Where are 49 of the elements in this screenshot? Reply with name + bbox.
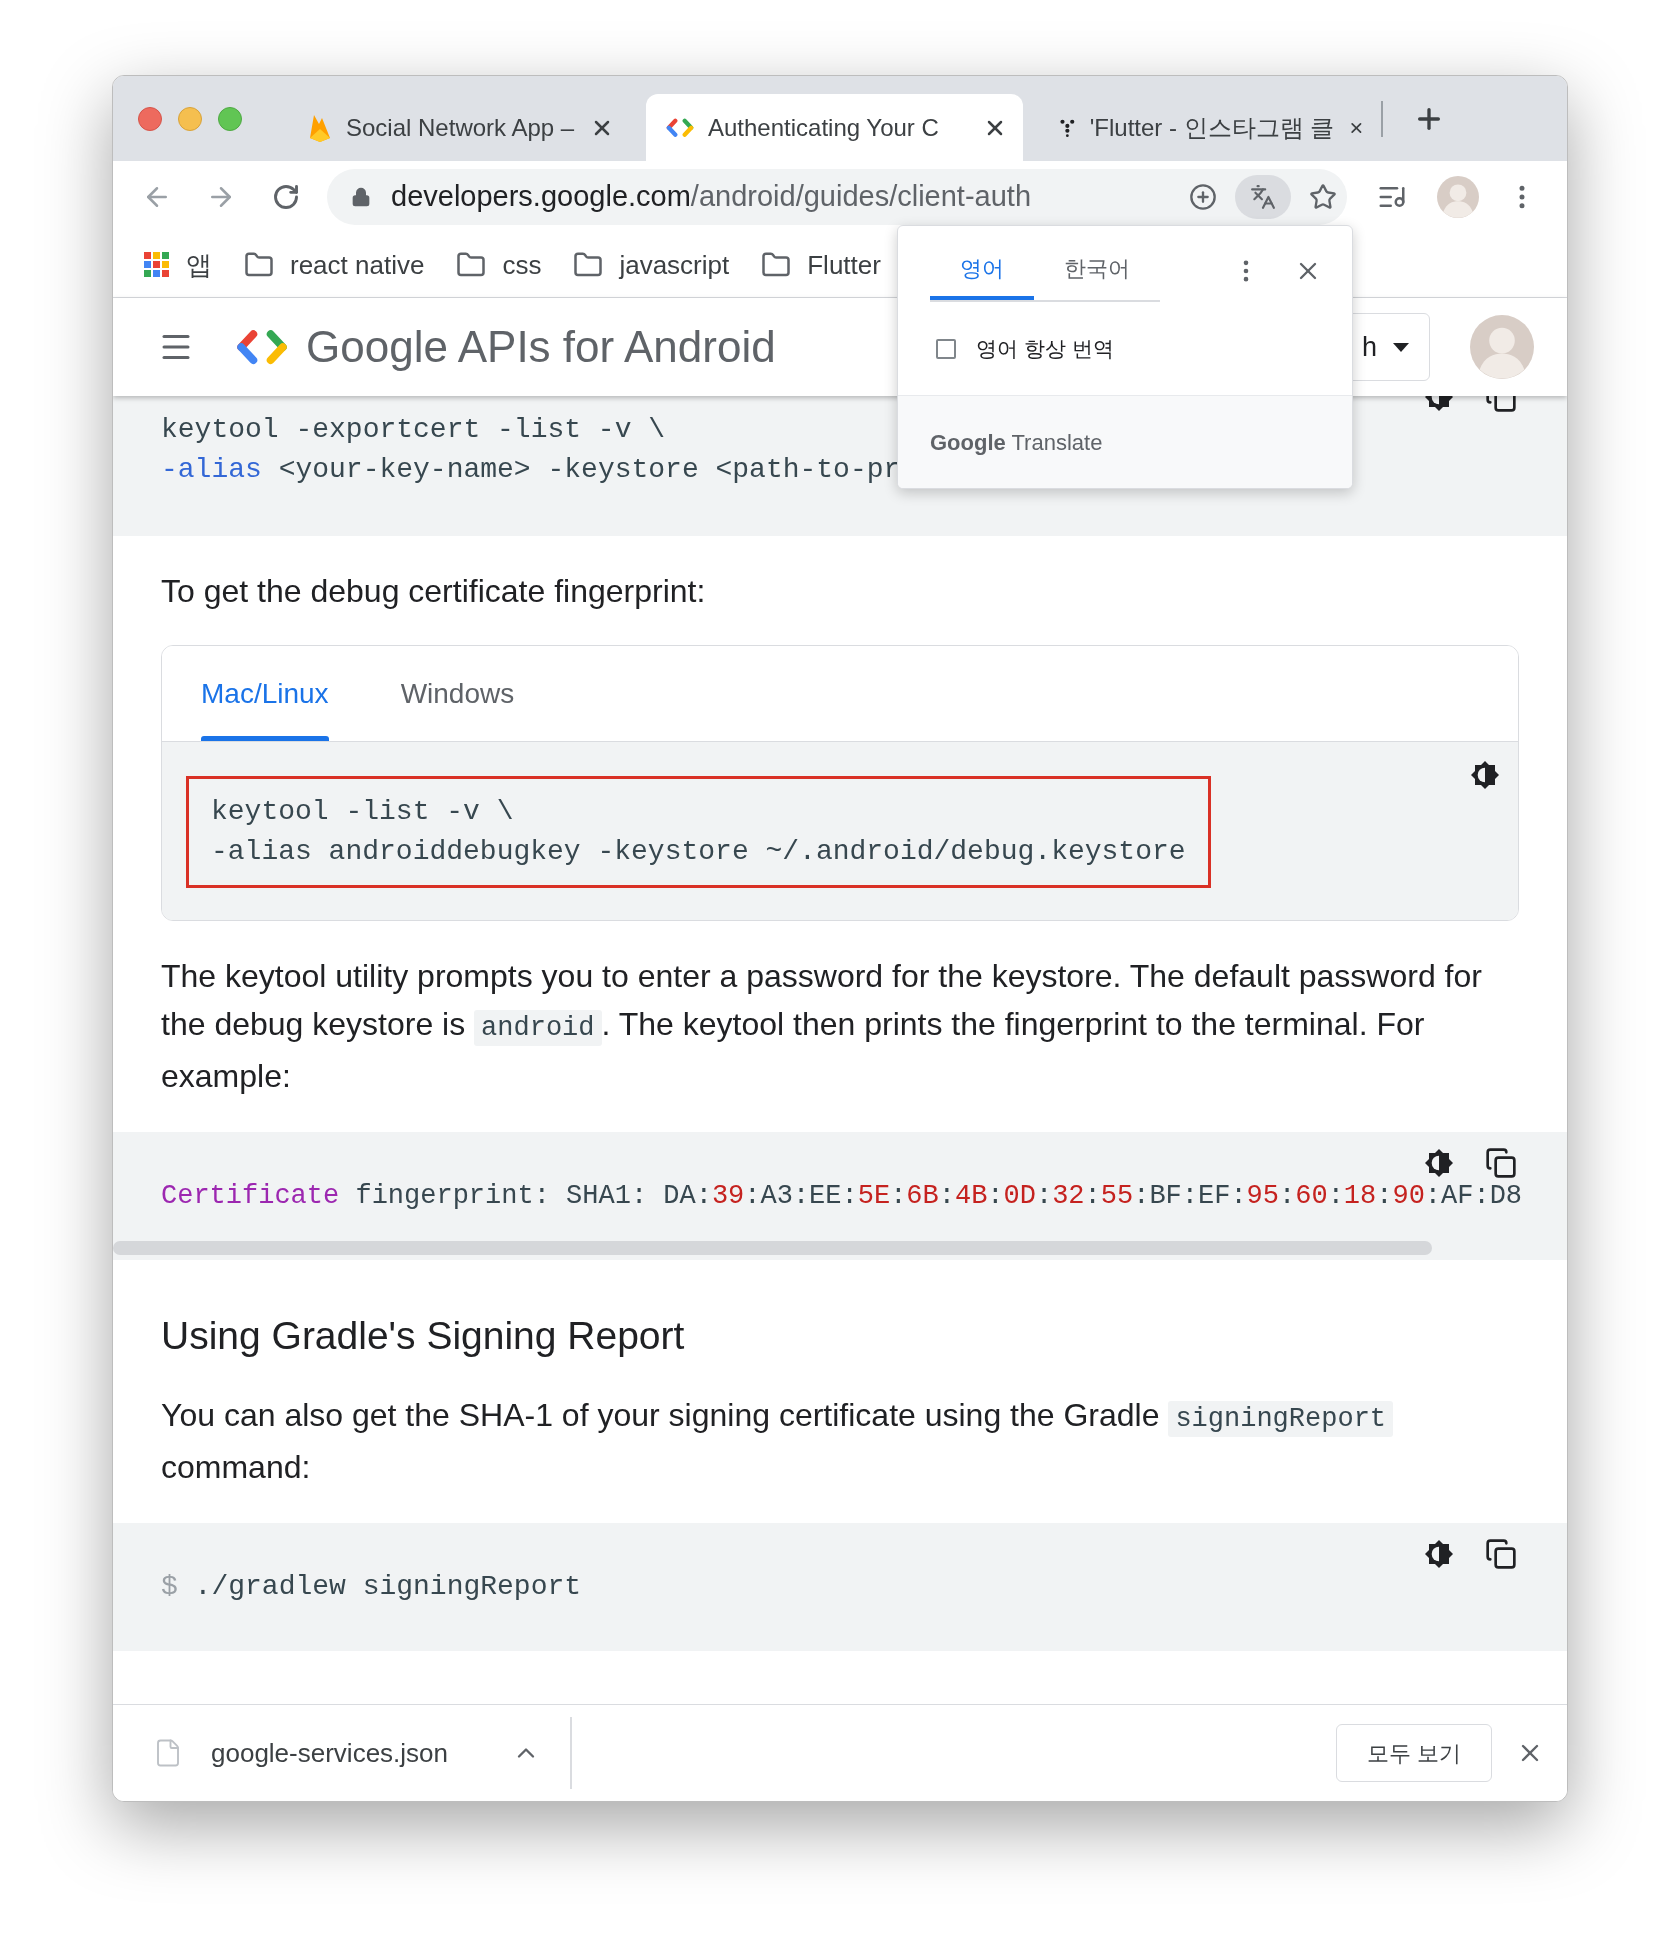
copy-icon[interactable] bbox=[1485, 1147, 1517, 1179]
contrast-icon[interactable] bbox=[1469, 759, 1501, 791]
tab-title: Authenticating Your C bbox=[708, 112, 940, 143]
translate-button[interactable] bbox=[1235, 175, 1291, 219]
scrollbar-thumb[interactable] bbox=[113, 1241, 1432, 1255]
apps-grid-icon bbox=[144, 252, 170, 278]
tab-title: Social Network App – bbox=[346, 112, 576, 143]
star-icon[interactable] bbox=[1309, 183, 1337, 211]
paragraph: To get the debug certificate fingerprint: bbox=[161, 572, 707, 611]
bookmark[interactable]: react native bbox=[244, 243, 425, 287]
language-tab[interactable]: 영어 bbox=[930, 240, 1034, 300]
browser-tab[interactable]: Social Network App – bbox=[288, 94, 630, 161]
paragraph: The keytool utility prompts you to enter a password for the keystore. The default password for the debug keystore is android . The keytool then prints the fingerprint to the terminal. For example: bbox=[161, 957, 1483, 1096]
code-line: -alias <your-key-name> -keystore <path-to-pr bbox=[161, 453, 901, 487]
language-tab[interactable]: 한국어 bbox=[1034, 240, 1160, 300]
chevrons-logo-icon bbox=[236, 328, 288, 366]
code-line: -alias androiddebugkey -keystore ~/.android/debug.keystore bbox=[211, 835, 1186, 869]
checkbox-label: 영어 항상 번역 bbox=[976, 335, 1114, 362]
code-line: keytool -exportcert -list -v \ bbox=[161, 413, 666, 447]
lock-icon bbox=[351, 187, 371, 207]
show-all-button[interactable]: 모두 보기 bbox=[1335, 1724, 1492, 1782]
bookmark[interactable]: javascript bbox=[573, 243, 730, 287]
code-line: $ ./gradlew signingReport bbox=[161, 1570, 582, 1604]
code-tab[interactable]: Windows bbox=[393, 646, 522, 741]
copy-icon[interactable] bbox=[1485, 1538, 1517, 1570]
browser-tab[interactable]: 'Flutter - 인스타그램 클 bbox=[1039, 94, 1381, 161]
contrast-icon[interactable] bbox=[1423, 1538, 1455, 1570]
code-line: Certificate fingerprint: SHA1: DA:39:A3:EE:5E:6B:4B:0D:32:55:BF:EF:95:60:18:90:AF:D8 bbox=[161, 1180, 1523, 1213]
checkbox[interactable] bbox=[936, 338, 956, 359]
translate-branding: Google Translate bbox=[930, 428, 1103, 457]
contrast-icon[interactable] bbox=[1423, 1147, 1455, 1179]
address-bar[interactable]: developers.google.com/android/guides/client-auth bbox=[327, 169, 1347, 225]
bookmark[interactable]: css bbox=[456, 243, 542, 287]
download-filename[interactable]: google-services.json bbox=[211, 1733, 448, 1773]
dropdown-caret-icon bbox=[1393, 342, 1409, 352]
bookmark[interactable]: Flutter bbox=[761, 243, 881, 287]
reload-icon[interactable] bbox=[272, 183, 300, 211]
translate-icon bbox=[1250, 184, 1276, 210]
paragraph: You can also get the SHA-1 of your signing certificate using the Gradle signingReport command: bbox=[161, 1391, 1504, 1491]
add-icon[interactable] bbox=[1189, 183, 1217, 211]
tab-title: 'Flutter - 인스타그램 클 bbox=[1089, 112, 1335, 143]
chevrons-logo-icon bbox=[666, 117, 694, 138]
site-title: Google APIs for Android bbox=[306, 321, 776, 373]
bookmark[interactable]: 앱 bbox=[144, 243, 212, 287]
code-tab[interactable]: Mac/Linux bbox=[194, 646, 336, 741]
browser-tab[interactable]: Authenticating Your C bbox=[646, 94, 1023, 161]
code-line: keytool -list -v \ bbox=[211, 795, 514, 829]
url-text: developers.google.com/android/guides/client-auth bbox=[391, 179, 1032, 215]
section-heading: Using Gradle's Signing Report bbox=[161, 1313, 686, 1359]
